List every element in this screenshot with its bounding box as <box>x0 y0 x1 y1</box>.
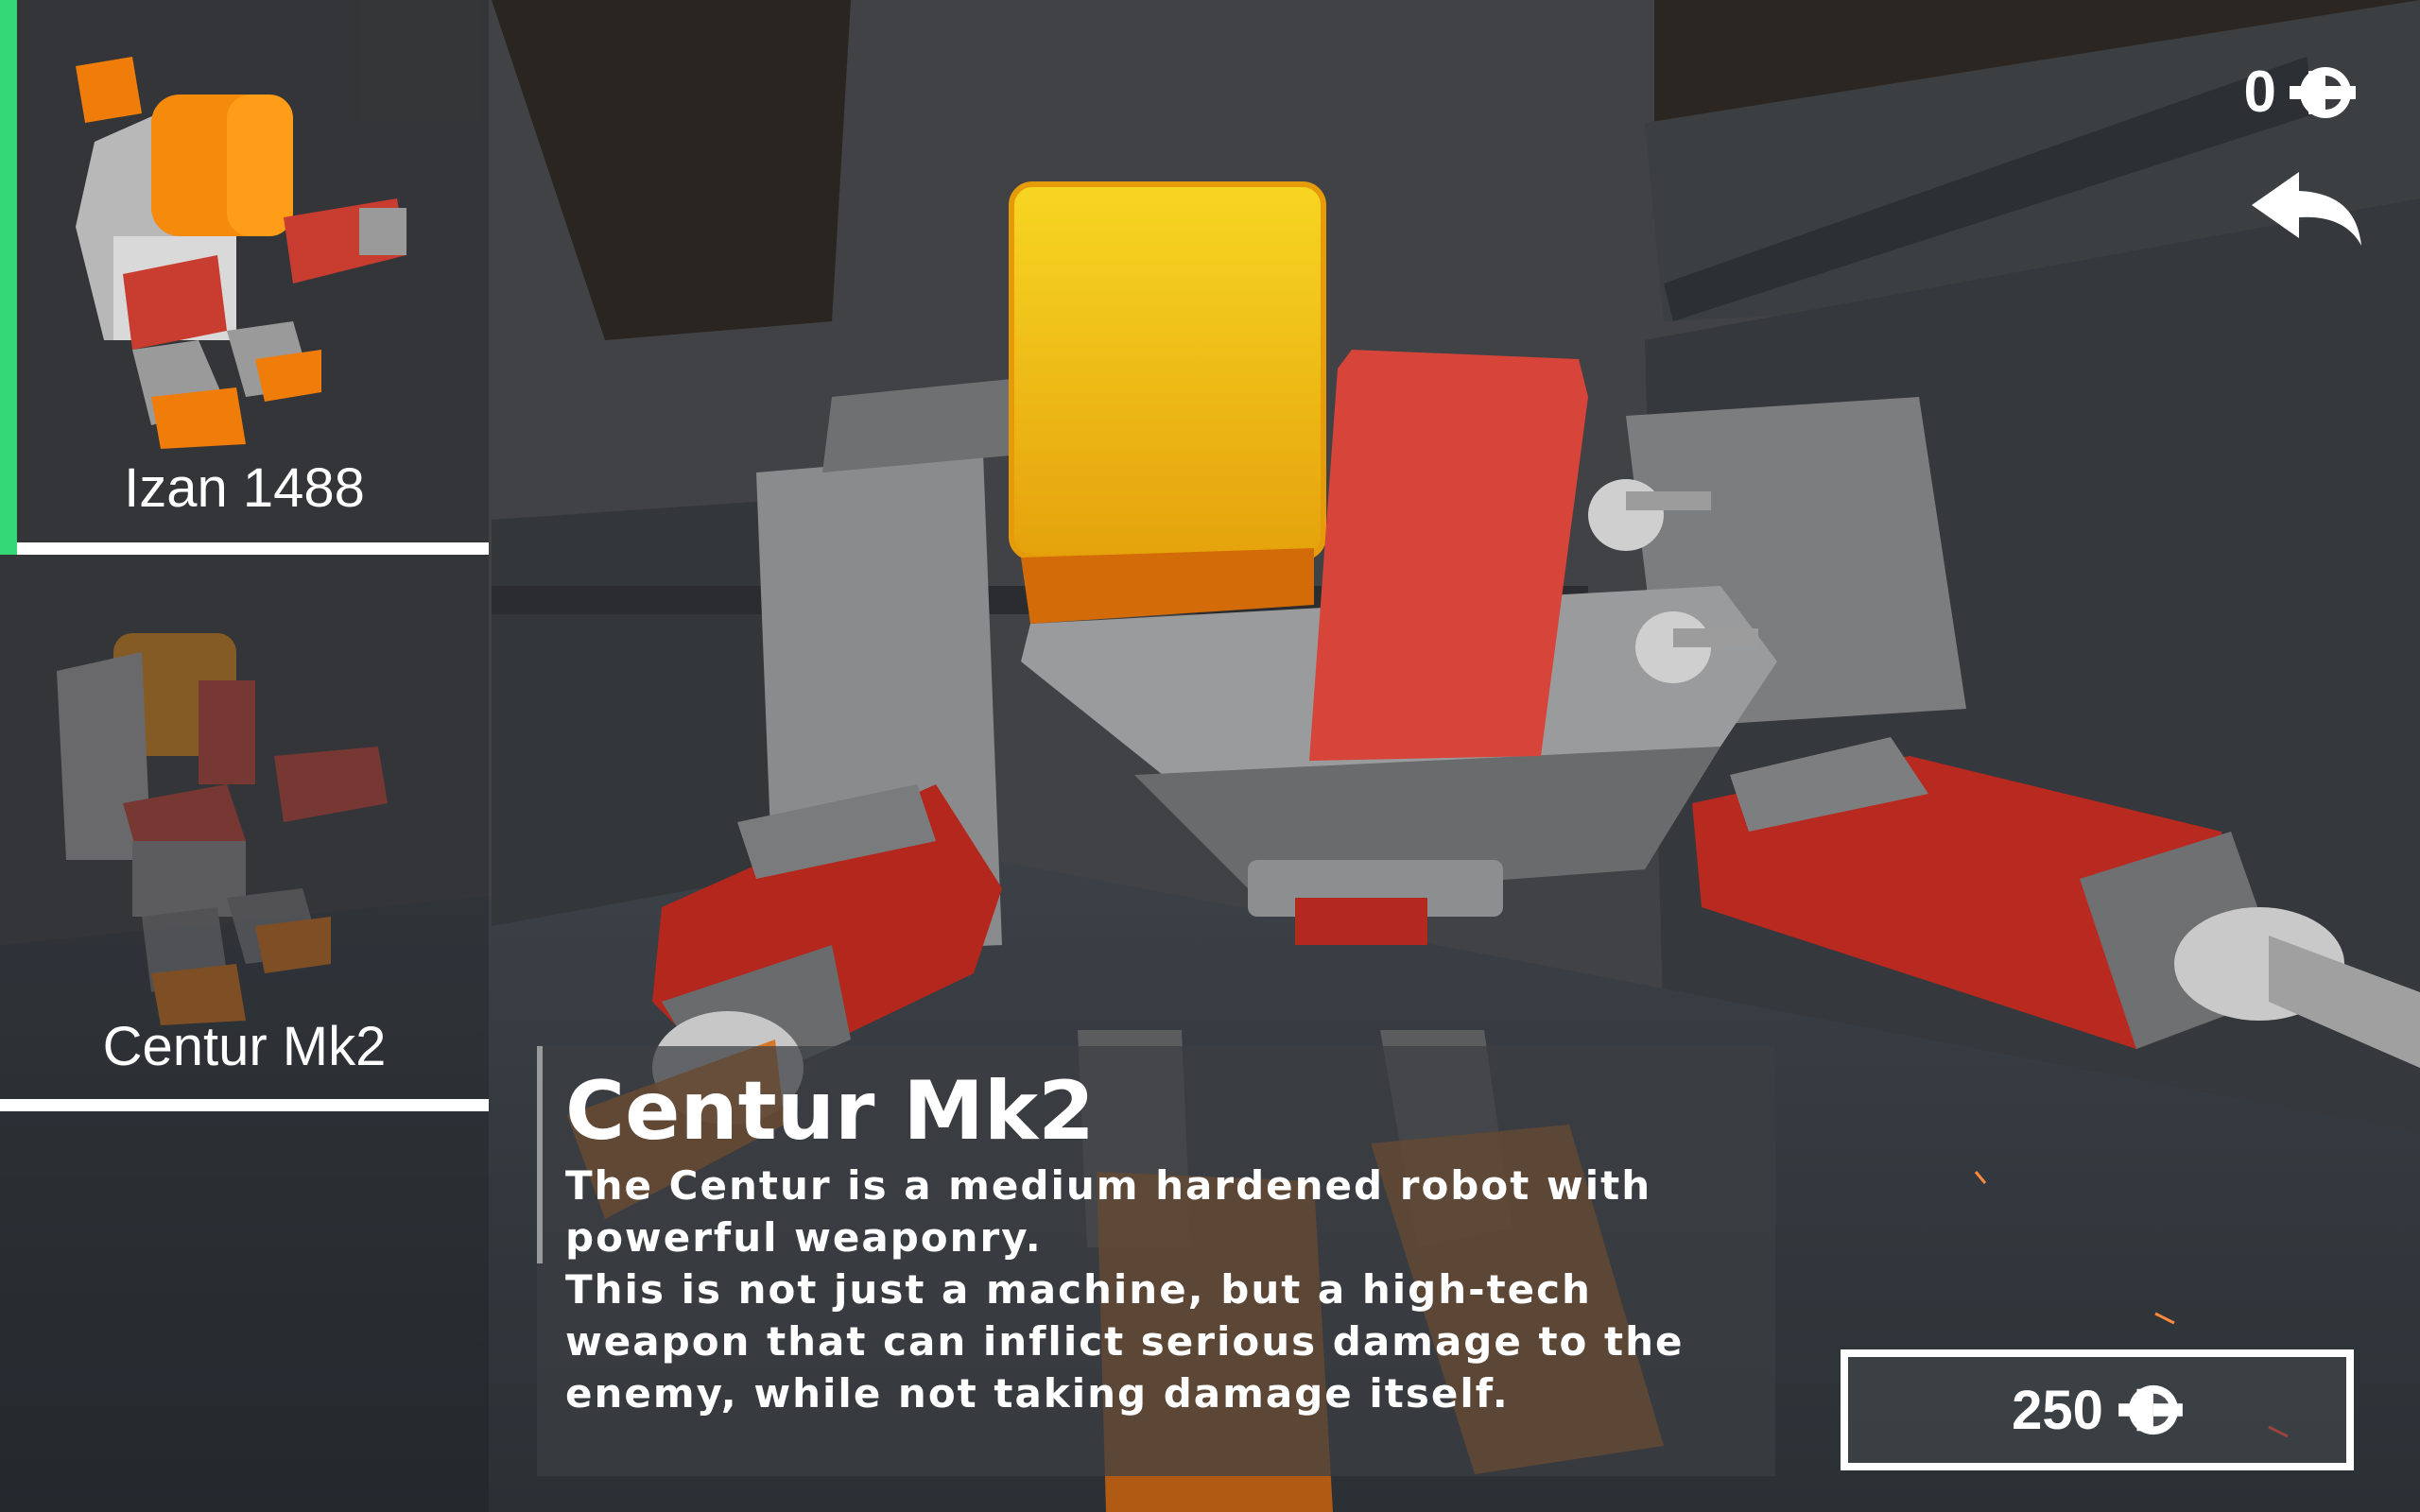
price-amount: 250 <box>2012 1379 2103 1441</box>
panel-accent-bar <box>537 1046 543 1263</box>
robot-description: The Centur is a medium hardened robot wi… <box>565 1160 1766 1419</box>
robot-select-panel: Izan 1488 Centur Mk2 <box>0 0 489 1512</box>
buy-button[interactable]: 250 <box>1841 1349 2354 1470</box>
robot-thumbnail-centur <box>57 633 388 1025</box>
description-paragraph: The Centur is a medium hardened robot wi… <box>565 1162 1652 1261</box>
robot-card-centur-mk2[interactable]: Centur Mk2 <box>0 567 489 1115</box>
coin-icon <box>2290 66 2356 118</box>
currency-amount: 0 <box>2243 60 2276 125</box>
robot-card-izan-1488[interactable]: Izan 1488 <box>0 0 489 558</box>
back-button[interactable] <box>2252 172 2363 248</box>
card-underline <box>0 1099 489 1111</box>
card-underline <box>17 542 489 555</box>
robot-description-panel: Centur Mk2 The Centur is a medium harden… <box>537 1046 1775 1476</box>
description-paragraph: This is not just a machine, but a high-t… <box>565 1266 1685 1417</box>
coin-icon <box>2118 1384 2183 1435</box>
robot-name: Izan 1488 <box>124 457 365 519</box>
robot-name: Centur Mk2 <box>102 1016 387 1077</box>
robot-thumbnail-izan <box>76 57 406 449</box>
currency-balance: 0 <box>2244 59 2356 126</box>
back-arrow-icon <box>2252 172 2361 246</box>
robot-title: Centur Mk2 <box>565 1064 1095 1159</box>
